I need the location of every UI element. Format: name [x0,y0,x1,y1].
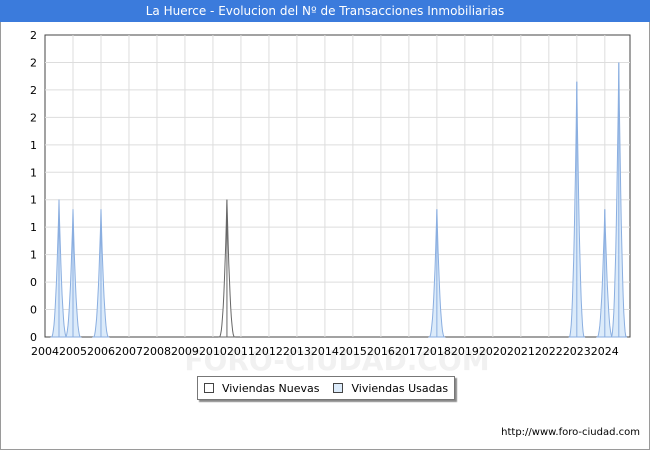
y-axis-ticks: 0 0 0 1 1 1 1 1 2 2 2 2 [30,29,37,344]
x-tick-label: 2014 [311,345,339,358]
x-tick-label: 2016 [367,345,395,358]
legend-entry-usadas: Viviendas Usadas [333,382,448,395]
legend-label-nuevas: Viviendas Nuevas [221,381,320,395]
x-tick-label: 2023 [563,345,591,358]
x-tick-label: 2018 [423,345,451,358]
x-tick-label: 2011 [227,345,255,358]
legend: Viviendas Nuevas Viviendas Usadas [197,376,455,400]
plot-area [44,34,631,338]
y-tick-label: 1 [30,221,37,234]
x-axis-ticks: 2004 2005 2006 2007 2008 2009 2010 2011 2012 2013… [31,345,619,358]
x-tick-label: 2009 [171,345,199,358]
legend-label-usadas: Viviendas Usadas [351,381,449,395]
x-tick-label: 2012 [255,345,283,358]
x-tick-label: 2006 [87,345,115,358]
y-tick-label: 0 [30,276,37,289]
x-tick-label: 2004 [31,345,59,358]
x-tick-label: 2005 [59,345,87,358]
x-tick-label: 2010 [199,345,227,358]
y-tick-label: 2 [30,111,37,124]
x-tick-label: 2019 [451,345,479,358]
y-tick-label: 1 [30,166,37,179]
x-tick-label: 2007 [115,345,143,358]
y-tick-label: 0 [30,331,37,344]
x-tick-label: 2021 [507,345,535,358]
legend-entry-nuevas: Viviendas Nuevas [203,381,320,395]
x-tick-label: 2008 [143,345,171,358]
source-url: http://www.foro-ciudad.com [501,427,640,438]
y-tick-label: 1 [30,139,37,152]
legend-swatch-nuevas [203,383,214,393]
x-tick-label: 2017 [395,345,423,358]
y-tick-label: 2 [30,84,37,97]
y-tick-label: 1 [30,249,37,262]
y-tick-label: 2 [30,56,37,69]
x-tick-label: 2020 [479,345,507,358]
x-tick-label: 2022 [535,345,563,358]
y-tick-label: 0 [30,304,37,317]
x-tick-label: 2013 [283,345,311,358]
legend-swatch-usadas [333,383,344,393]
y-tick-label: 2 [30,29,37,42]
x-tick-label: 2015 [339,345,367,358]
y-tick-label: 1 [30,194,37,207]
x-tick-label: 2024 [591,345,619,358]
